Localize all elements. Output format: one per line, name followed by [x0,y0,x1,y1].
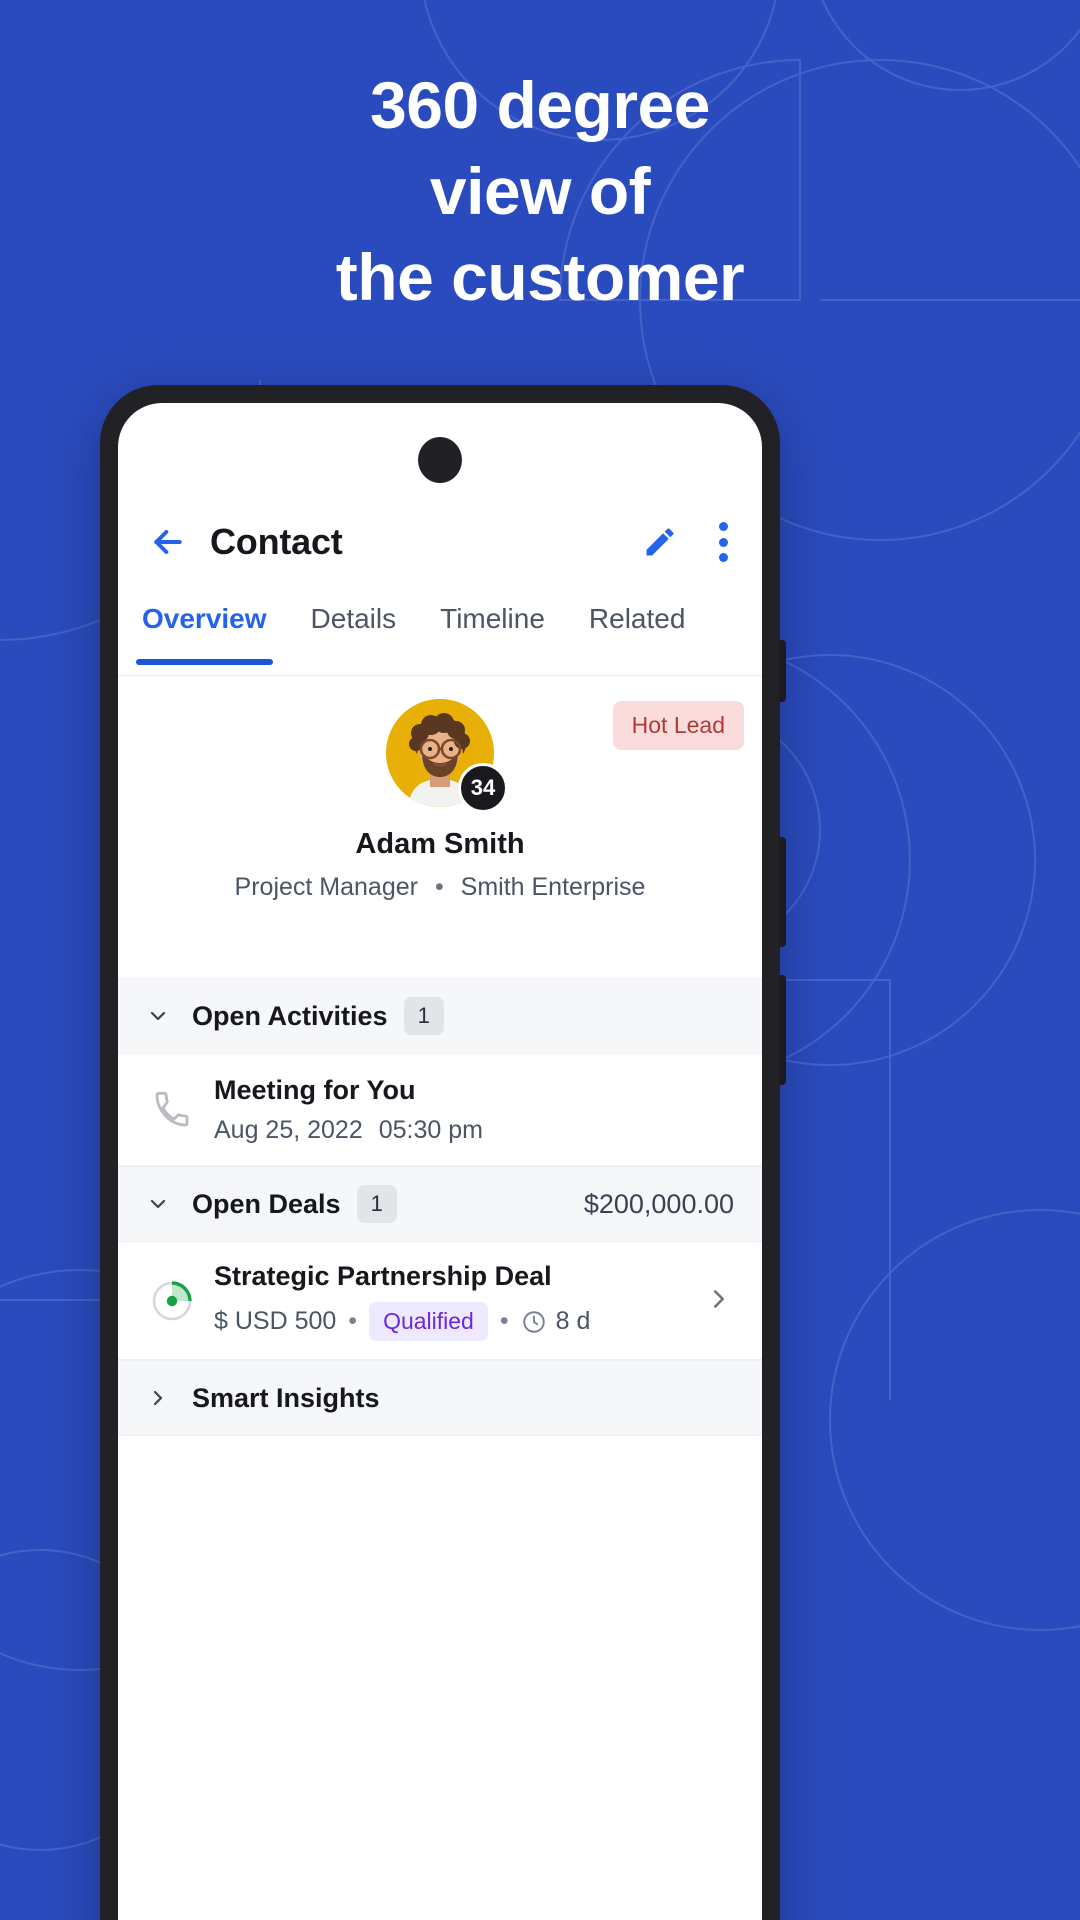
contact-name: Adam Smith [355,828,525,860]
deal-amount: $ USD 500 [214,1307,337,1335]
headline-line-2: view of [429,154,651,228]
phone-button-volume [779,837,786,947]
deal-content: Strategic Partnership Deal $ USD 500 • Q… [214,1261,704,1341]
meta-separator: • [348,1307,358,1335]
front-camera [418,437,462,483]
activity-content: Meeting for You Aug 25, 2022 05:30 pm [214,1075,734,1145]
headline-line-3: the customer [335,240,745,314]
section-open-activities-header[interactable]: Open Activities 1 [118,978,762,1054]
phone-outline-icon [146,1090,198,1130]
tab-timeline[interactable]: Timeline [440,599,545,635]
contact-job-title: Project Manager [234,873,418,901]
contact-company: Smith Enterprise [460,873,646,901]
avatar[interactable]: 34 [386,699,508,813]
activity-date: Aug 25, 2022 [214,1116,363,1144]
section-smart-insights-header[interactable]: Smart Insights [118,1360,762,1436]
arrow-left-icon[interactable] [148,522,188,562]
activity-row[interactable]: Meeting for You Aug 25, 2022 05:30 pm [118,1055,762,1165]
progress-ring-icon [146,1278,198,1324]
pencil-icon[interactable] [642,524,678,560]
tab-details[interactable]: Details [311,599,397,635]
phone-button-mute [779,640,786,702]
section-total-amount: $200,000.00 [583,1188,734,1219]
section-open-deals-header[interactable]: Open Deals 1 $200,000.00 [118,1166,762,1242]
contact-meta: Project Manager • Smith Enterprise [118,873,762,902]
section-title: Smart Insights [192,1382,380,1413]
activity-time: 05:30 pm [378,1116,483,1144]
more-vertical-icon[interactable] [718,522,728,562]
deal-age: 8 d [555,1307,591,1335]
section-count-badge: 1 [356,1185,397,1223]
profile-card: Hot Lead 34 Adam Smith Project Manager •… [118,676,762,1218]
deal-title: Strategic Partnership Deal [214,1261,552,1291]
avatar-age-badge: 34 [458,763,508,813]
chevron-right-icon [146,1386,170,1410]
chevron-down-icon [146,1004,170,1028]
chevron-right-icon[interactable] [704,1284,734,1319]
phone-screen: Contact Overview Details Timeline Relate… [118,403,762,1920]
activity-datetime: Aug 25, 2022 05:30 pm [214,1116,734,1145]
deal-row[interactable]: Strategic Partnership Deal $ USD 500 • Q… [118,1243,762,1359]
section-title: Open Deals [192,1188,341,1219]
section-title: Open Activities [192,1000,388,1031]
promo-headline: 360 degree view of the customer [0,62,1080,320]
section-count-badge: 1 [403,997,444,1035]
deal-meta: $ USD 500 • Qualified • 8 d [214,1302,704,1341]
meta-separator: • [434,873,444,901]
phone-button-power [779,975,786,1085]
page-title: Contact [210,521,343,562]
deal-stage-badge: Qualified [369,1302,488,1341]
tab-bar: Overview Details Timeline Related [118,599,762,675]
clock-icon [521,1309,547,1335]
phone-mockup: Contact Overview Details Timeline Relate… [100,385,786,1920]
tab-overview[interactable]: Overview [136,599,273,665]
headline-line-1: 360 degree [370,68,710,142]
status-badge: Hot Lead [612,701,744,750]
app-bar: Contact [118,499,762,585]
tab-related[interactable]: Related [589,599,686,635]
chevron-down-icon [146,1192,170,1216]
activity-title: Meeting for You [214,1075,416,1105]
meta-separator: • [499,1307,509,1335]
